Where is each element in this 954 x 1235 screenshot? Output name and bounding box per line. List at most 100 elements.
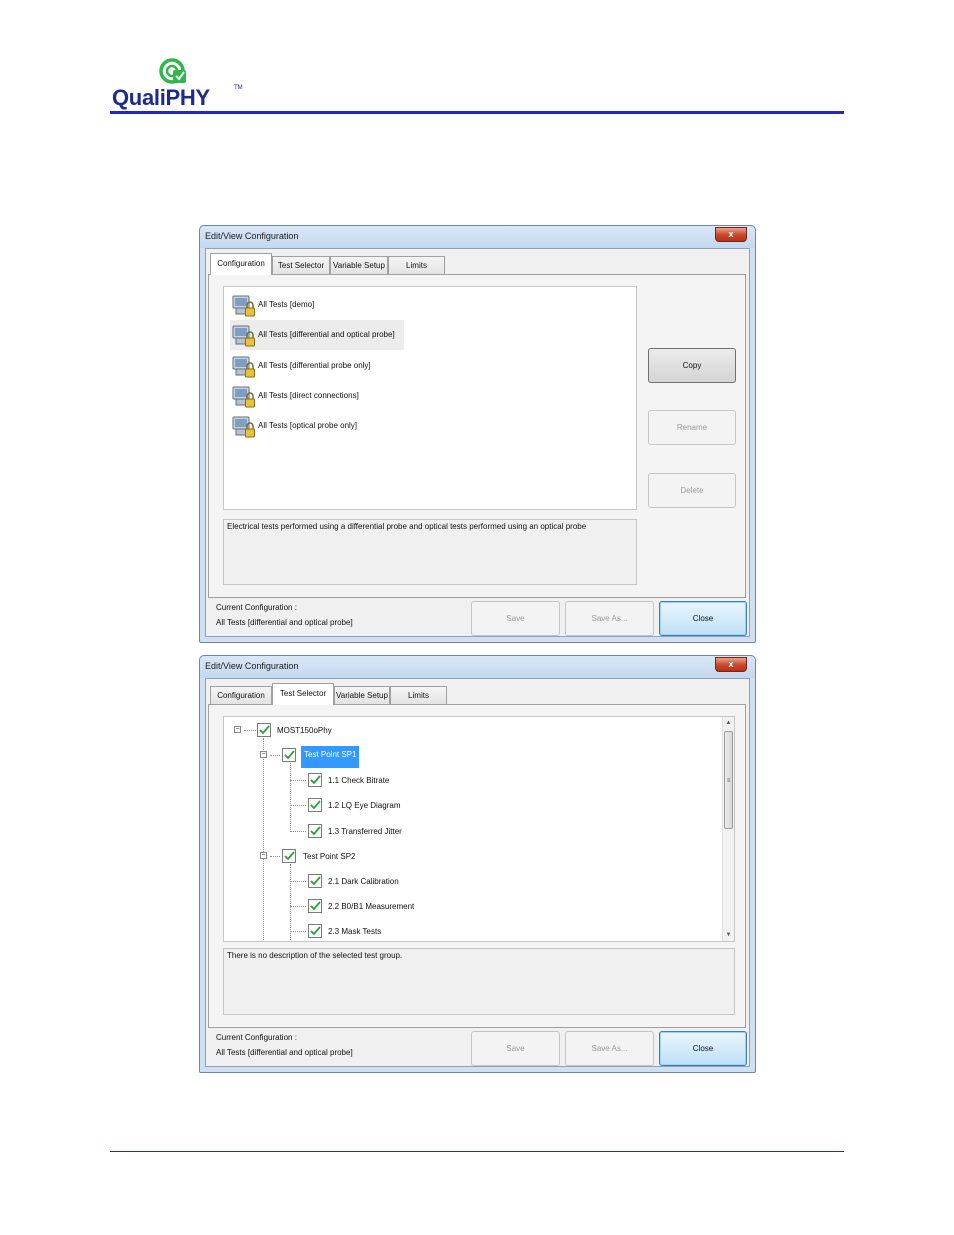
tree-scrollbar[interactable]: ▲ ≡ ▼ xyxy=(722,717,734,941)
checkmark-icon xyxy=(310,901,321,911)
configuration-item-selected[interactable]: All Tests [differential and optical prob… xyxy=(230,320,404,350)
scroll-thumb[interactable]: ≡ xyxy=(724,731,733,829)
tree-connector xyxy=(270,856,280,857)
configuration-item-label: All Tests [differential and optical prob… xyxy=(258,330,395,339)
delete-button[interactable]: Delete xyxy=(648,473,736,508)
checkmark-icon xyxy=(310,926,321,936)
configuration-item-label: All Tests [demo] xyxy=(258,300,315,309)
close-window-button[interactable]: x xyxy=(715,657,747,672)
collapse-group-expander[interactable]: − xyxy=(260,751,267,758)
logo-wordmark: QualiPHY xyxy=(112,85,210,110)
save-button[interactable]: Save xyxy=(471,1031,560,1066)
tab-test-selector[interactable]: Test Selector xyxy=(272,683,334,705)
configuration-item-label: All Tests [optical probe only] xyxy=(258,421,358,430)
configuration-list[interactable]: All Tests [demo] All Tests [differential… xyxy=(223,286,637,510)
edit-view-configuration-dialog: Edit/View Configuration x Configuration … xyxy=(199,655,756,1073)
scroll-up-arrow-icon[interactable]: ▲ xyxy=(723,717,734,729)
tree-test-label[interactable]: 1.3 Transferred Jitter xyxy=(328,827,402,836)
test-checkbox[interactable] xyxy=(308,874,322,888)
current-configuration-value: All Tests [differential and optical prob… xyxy=(216,618,353,627)
test-checkbox[interactable] xyxy=(308,899,322,913)
copy-button[interactable]: Copy xyxy=(648,348,736,383)
dialog-client-area: Configuration Test Selector Variable Set… xyxy=(205,248,750,637)
test-checkbox[interactable] xyxy=(308,798,322,812)
tree-group-label-selected[interactable]: Test Point SP1 xyxy=(301,746,360,768)
dialog-title: Edit/View Configuration xyxy=(205,231,299,241)
test-checkbox[interactable] xyxy=(308,773,322,787)
checkmark-icon xyxy=(284,851,295,861)
save-as-button[interactable]: Save As... xyxy=(565,1031,654,1066)
save-button[interactable]: Save xyxy=(471,601,560,636)
logo-trademark: TM xyxy=(234,85,243,91)
tree-group-label[interactable]: Test Point SP2 xyxy=(303,852,355,861)
group-checkbox[interactable] xyxy=(282,748,296,762)
tree-connector xyxy=(290,763,291,832)
configuration-item[interactable]: All Tests [optical probe only] xyxy=(230,411,398,441)
collapse-group-expander[interactable]: − xyxy=(260,852,267,859)
locked-config-icon xyxy=(232,416,255,438)
configuration-item[interactable]: All Tests [differential probe only] xyxy=(230,351,398,381)
current-configuration-value: All Tests [differential and optical prob… xyxy=(216,1048,353,1057)
tab-variable-setup[interactable]: Variable Setup xyxy=(330,256,388,275)
close-button[interactable]: Close xyxy=(659,601,747,636)
rename-button[interactable]: Rename xyxy=(648,410,736,445)
configuration-description: Electrical tests performed using a diffe… xyxy=(223,519,637,585)
tree-test-label[interactable]: 2.2 B0/B1 Measurement xyxy=(328,902,414,911)
checkmark-icon xyxy=(259,725,270,735)
configuration-item[interactable]: All Tests [demo] xyxy=(230,290,398,320)
checkmark-icon xyxy=(310,826,321,836)
tree-test-label[interactable]: 2.1 Dark Calibration xyxy=(328,877,399,886)
tab-configuration[interactable]: Configuration xyxy=(210,253,272,275)
locked-config-icon xyxy=(232,295,255,317)
checkmark-icon xyxy=(284,750,295,760)
checkmark-icon xyxy=(310,876,321,886)
collapse-root-expander[interactable]: − xyxy=(234,726,241,733)
edit-view-configuration-dialog: Edit/View Configuration x Configuration … xyxy=(199,225,756,643)
tree-connector xyxy=(290,805,306,806)
test-tree[interactable]: − MOST150oPhy − Test Point SP1 1.1 Check… xyxy=(223,716,735,942)
tree-connector xyxy=(290,780,306,781)
title-bar[interactable]: Edit/View Configuration x xyxy=(200,656,755,678)
close-window-button[interactable]: x xyxy=(715,227,747,242)
current-configuration-label: Current Configuration : xyxy=(216,603,297,612)
tab-limits[interactable]: Limits xyxy=(388,256,445,275)
title-bar[interactable]: Edit/View Configuration x xyxy=(200,226,755,248)
scroll-down-arrow-icon[interactable]: ▼ xyxy=(723,929,734,941)
checkmark-icon xyxy=(310,800,321,810)
tree-test-label[interactable]: 1.2 LQ Eye Diagram xyxy=(328,801,400,810)
test-group-description: There is no description of the selected … xyxy=(223,948,735,1015)
qualiphy-logo: QualiPHY TM xyxy=(110,54,250,112)
dialog-title: Edit/View Configuration xyxy=(205,661,299,671)
tab-configuration[interactable]: Configuration xyxy=(210,686,272,705)
save-as-button[interactable]: Save As... xyxy=(565,601,654,636)
tree-connector xyxy=(290,931,306,932)
group-checkbox[interactable] xyxy=(282,849,296,863)
tree-root-label[interactable]: MOST150oPhy xyxy=(277,726,332,735)
tree-connector xyxy=(290,831,306,832)
configuration-item[interactable]: All Tests [direct connections] xyxy=(230,381,398,411)
tab-limits[interactable]: Limits xyxy=(390,686,447,705)
tree-connector xyxy=(263,738,264,941)
dialog-client-area: Configuration Test Selector Variable Set… xyxy=(205,678,750,1067)
header-divider xyxy=(110,111,844,114)
locked-config-icon xyxy=(232,386,255,408)
tree-connector xyxy=(290,906,306,907)
root-checkbox[interactable] xyxy=(257,723,271,737)
tree-connector xyxy=(290,881,306,882)
checkmark-icon xyxy=(310,775,321,785)
tree-connector xyxy=(244,730,256,731)
tree-test-label[interactable]: 2.3 Mask Tests xyxy=(328,927,381,936)
tree-test-label[interactable]: 1.1 Check Bitrate xyxy=(328,776,389,785)
test-selector-tab-panel: − MOST150oPhy − Test Point SP1 1.1 Check… xyxy=(208,704,746,1028)
locked-config-icon xyxy=(232,325,255,347)
close-button[interactable]: Close xyxy=(659,1031,747,1066)
configuration-item-label: All Tests [direct connections] xyxy=(258,391,359,400)
test-checkbox[interactable] xyxy=(308,924,322,938)
tree-connector xyxy=(270,755,280,756)
tab-test-selector[interactable]: Test Selector xyxy=(272,256,330,275)
footer-divider xyxy=(110,1151,844,1152)
locked-config-icon xyxy=(232,356,255,378)
test-checkbox[interactable] xyxy=(308,824,322,838)
current-configuration-label: Current Configuration : xyxy=(216,1033,297,1042)
tab-variable-setup[interactable]: Variable Setup xyxy=(334,686,390,705)
